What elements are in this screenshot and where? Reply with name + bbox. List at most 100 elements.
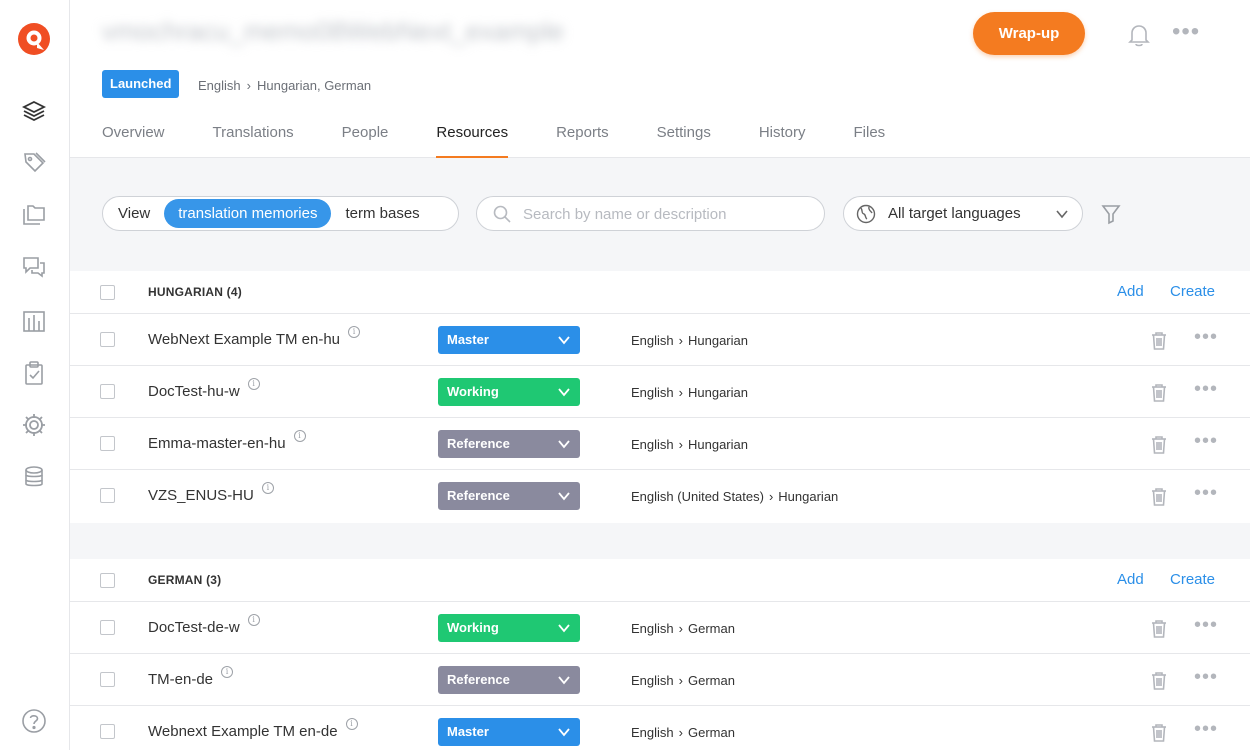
row-checkbox[interactable] [100,620,115,635]
role-dropdown[interactable]: Master [438,718,580,746]
row-checkbox[interactable] [100,724,115,739]
row-more-options-icon[interactable]: ••• [1194,431,1218,451]
language-pair: English › Hungarian [631,437,748,452]
role-dropdown[interactable]: Reference [438,430,580,458]
tab-bar: Overview Translations People Resources R… [102,124,933,158]
add-link[interactable]: Add [1117,571,1144,588]
row-more-options-icon[interactable]: ••• [1194,483,1218,503]
wrap-up-button[interactable]: Wrap-up [973,12,1085,55]
chevron-right-icon: › [768,489,774,504]
role-label: Reference [447,436,510,451]
row-checkbox[interactable] [100,384,115,399]
layers-icon[interactable] [20,97,48,125]
tab-people[interactable]: People [342,124,389,158]
reports-icon[interactable] [20,307,48,335]
tm-name[interactable]: Webnext Example TM en-de [148,723,338,740]
trash-icon[interactable] [1148,721,1170,743]
tm-name[interactable]: TM-en-de [148,671,213,688]
source-language: English [631,673,674,688]
chevron-down-icon [558,676,570,685]
view-label: View [118,205,151,222]
tab-translations[interactable]: Translations [213,124,294,158]
row-checkbox[interactable] [100,488,115,503]
trash-icon[interactable] [1148,381,1170,403]
table-row: WebNext Example TM en-hu i Master English… [70,314,1250,366]
tm-name[interactable]: DocTest-de-w [148,619,240,636]
info-icon[interactable]: i [345,718,358,730]
source-language: English [631,621,674,636]
filter-icon[interactable] [1099,202,1123,226]
row-more-options-icon[interactable]: ••• [1194,667,1218,687]
info-icon[interactable]: i [348,326,361,338]
role-dropdown[interactable]: Working [438,614,580,642]
create-link[interactable]: Create [1170,283,1215,300]
row-more-options-icon[interactable]: ••• [1194,615,1218,635]
trash-icon[interactable] [1148,617,1170,639]
role-dropdown[interactable]: Working [438,378,580,406]
more-options-icon[interactable]: ••• [1172,20,1200,44]
bell-icon[interactable] [1124,20,1154,50]
add-link[interactable]: Add [1117,283,1144,300]
tm-list: WebNext Example TM en-hu i Master English… [70,314,1250,522]
tab-overview[interactable]: Overview [102,124,165,158]
info-icon[interactable]: i [247,614,260,626]
info-icon[interactable]: i [247,378,260,390]
role-label: Reference [447,672,510,687]
chat-icon[interactable] [20,253,48,281]
search-input[interactable] [523,203,813,225]
chevron-down-icon [558,440,570,449]
trash-icon[interactable] [1148,485,1170,507]
chevron-down-icon [558,728,570,737]
role-dropdown[interactable]: Reference [438,482,580,510]
tm-name[interactable]: Emma-master-en-hu [148,435,286,452]
info-icon[interactable]: i [221,666,234,678]
view-term-bases[interactable]: term bases [331,199,433,228]
chevron-down-icon [558,336,570,345]
trash-icon[interactable] [1148,669,1170,691]
role-dropdown[interactable]: Reference [438,666,580,694]
clipboard-check-icon[interactable] [20,359,48,387]
tab-reports[interactable]: Reports [556,124,609,158]
view-translation-memories[interactable]: translation memories [164,199,332,228]
gear-icon[interactable] [20,411,48,439]
tab-settings[interactable]: Settings [657,124,711,158]
search-icon [493,205,511,223]
target-language-select[interactable]: All target languages [843,196,1083,231]
database-icon[interactable] [20,463,48,491]
row-more-options-icon[interactable]: ••• [1194,327,1218,347]
info-icon[interactable]: i [293,430,306,442]
help-icon[interactable] [20,707,48,735]
app-logo[interactable] [17,22,51,56]
role-label: Master [447,332,489,347]
select-all-checkbox[interactable] [100,285,115,300]
tags-icon[interactable] [20,149,48,177]
tab-resources[interactable]: Resources [436,124,509,158]
trash-icon[interactable] [1148,329,1170,351]
language-pair: English › German [631,725,735,740]
row-checkbox[interactable] [100,332,115,347]
trash-icon[interactable] [1148,433,1170,455]
info-icon[interactable]: i [261,482,274,494]
tm-list: DocTest-de-w i Working English › German •••… [70,602,1250,750]
section-header: GERMAN (3) Add Create [70,559,1250,602]
row-checkbox[interactable] [100,436,115,451]
target-language: Hungarian [778,489,839,504]
folders-icon[interactable] [20,201,48,229]
role-dropdown[interactable]: Master [438,326,580,354]
tm-name[interactable]: DocTest-hu-w [148,383,240,400]
tm-name[interactable]: WebNext Example TM en-hu [148,331,340,348]
row-more-options-icon[interactable]: ••• [1194,379,1218,399]
tm-name[interactable]: VZS_ENUS-HU [148,487,254,504]
chevron-down-icon [558,624,570,633]
create-link[interactable]: Create [1170,571,1215,588]
target-language: Hungarian [687,437,748,452]
tab-history[interactable]: History [759,124,806,158]
source-language: English [631,437,674,452]
tab-files[interactable]: Files [854,124,886,158]
language-pair: English › German [631,621,735,636]
row-more-options-icon[interactable]: ••• [1194,719,1218,739]
row-checkbox[interactable] [100,672,115,687]
select-all-checkbox[interactable] [100,573,115,588]
chevron-down-icon [558,388,570,397]
target-language: German [687,673,735,688]
